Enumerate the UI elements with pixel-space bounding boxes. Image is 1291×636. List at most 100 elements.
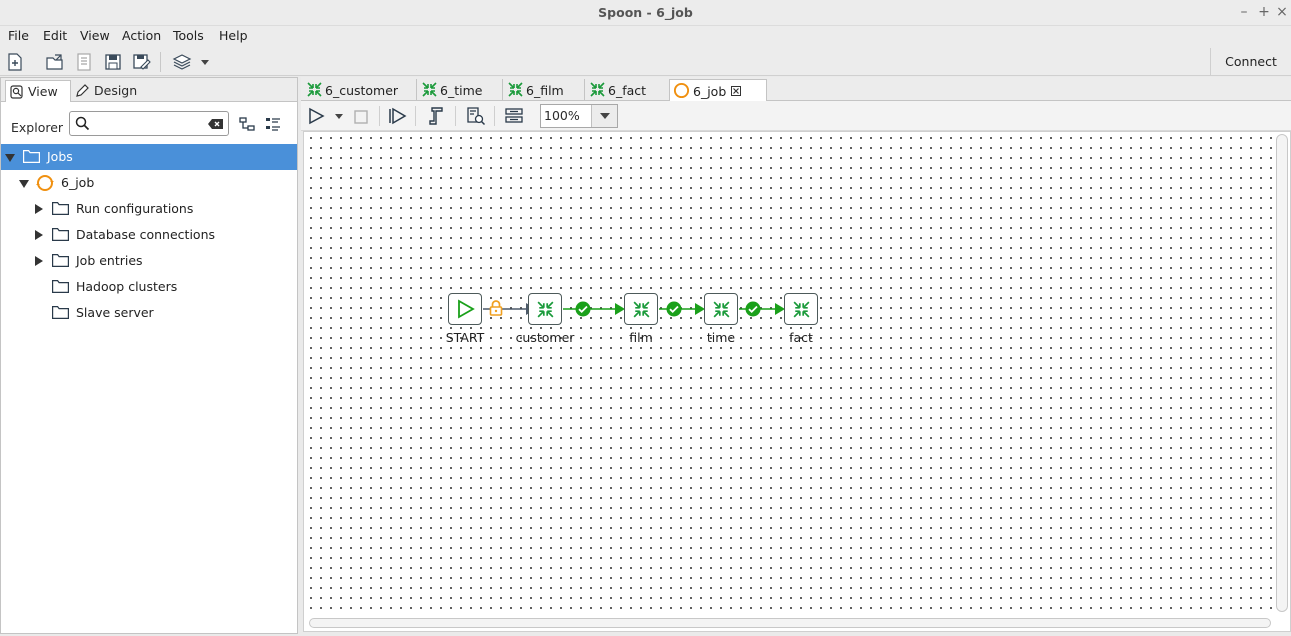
folder-icon xyxy=(52,254,69,267)
horizontal-scrollbar[interactable] xyxy=(309,618,1271,628)
tree-item-job-entries[interactable]: Job entries xyxy=(1,248,297,274)
show-results-icon[interactable] xyxy=(504,107,524,125)
tree-item-database-connections[interactable]: Database connections xyxy=(1,222,297,248)
tab-label: 6_fact xyxy=(608,83,647,98)
job-entry-label: film xyxy=(629,330,653,345)
run-options-dropdown-icon[interactable] xyxy=(334,111,344,121)
tree-item-6-job[interactable]: 6_job xyxy=(1,170,297,196)
layers-icon[interactable] xyxy=(172,52,192,72)
expand-arrow-icon[interactable] xyxy=(35,204,43,214)
tab-label: 6_customer xyxy=(325,83,399,98)
job-icon xyxy=(673,82,690,99)
open-file-icon[interactable] xyxy=(45,52,65,72)
menu-edit[interactable]: Edit xyxy=(43,28,67,43)
job-entry-label: START xyxy=(445,330,485,345)
expand-arrow-icon[interactable] xyxy=(35,256,43,266)
expand-tree-icon[interactable] xyxy=(265,116,281,132)
title-bar: Spoon - 6_job – + × xyxy=(0,0,1291,26)
tree-item-label: Slave server xyxy=(76,305,154,320)
editor-area: 6_customer 6_time 6_film 6_fact 6_job 10… xyxy=(301,77,1291,634)
clear-search-icon[interactable] xyxy=(207,118,224,130)
toolbar-separator xyxy=(494,106,495,126)
transformation-icon xyxy=(307,82,322,97)
toolbar-separator xyxy=(415,106,416,126)
transformation-icon xyxy=(590,82,605,97)
replay-icon[interactable] xyxy=(389,107,409,125)
tab-label: 6_film xyxy=(526,83,564,98)
job-entry-start[interactable] xyxy=(448,293,482,325)
expand-arrow-icon[interactable] xyxy=(35,230,43,240)
collapse-arrow-icon[interactable] xyxy=(5,154,15,162)
run-icon[interactable] xyxy=(307,107,325,125)
connect-button[interactable]: Connect xyxy=(1210,48,1291,76)
job-canvas[interactable]: START customer film time fact xyxy=(304,132,1276,616)
transformation-icon xyxy=(508,82,523,97)
left-panel: View Design Explorer Jobs 6_job Run conf… xyxy=(0,77,298,634)
job-entry-fact[interactable] xyxy=(784,293,818,325)
folder-icon xyxy=(52,202,69,215)
tab-6-job[interactable]: 6_job xyxy=(669,79,767,101)
tab-6-film[interactable]: 6_film xyxy=(504,79,585,101)
folder-icon xyxy=(52,280,69,293)
collapse-tree-icon[interactable] xyxy=(239,116,255,132)
menu-view[interactable]: View xyxy=(80,28,110,43)
folder-icon xyxy=(23,150,40,163)
explorer-row: Explorer xyxy=(1,102,297,146)
tree-item-slave-server[interactable]: Slave server xyxy=(1,300,297,326)
menu-tools[interactable]: Tools xyxy=(173,28,204,43)
vertical-scrollbar[interactable] xyxy=(1276,134,1288,612)
search-input[interactable] xyxy=(69,111,229,136)
check-job-icon[interactable] xyxy=(466,106,486,126)
zoom-select[interactable]: 100% xyxy=(540,104,618,128)
tree-item-label: Job entries xyxy=(76,253,143,268)
main-toolbar: Connect xyxy=(0,48,1291,76)
tab-6-fact[interactable]: 6_fact xyxy=(586,79,668,101)
job-entry-film[interactable] xyxy=(624,293,658,325)
success-check-icon xyxy=(666,301,682,317)
document-tabs: 6_customer 6_time 6_film 6_fact 6_job xyxy=(301,77,1291,101)
tab-design-label: Design xyxy=(94,83,138,98)
new-file-icon[interactable] xyxy=(5,52,25,72)
save-as-icon[interactable] xyxy=(132,52,152,72)
save-icon[interactable] xyxy=(103,52,123,72)
tab-label: 6_time xyxy=(440,83,483,98)
success-check-icon xyxy=(575,301,591,317)
job-entry-customer[interactable] xyxy=(528,293,562,325)
minimize-button[interactable]: – xyxy=(1235,3,1253,21)
tab-6-time[interactable]: 6_time xyxy=(418,79,503,101)
tab-view[interactable]: View xyxy=(5,80,71,102)
tree-item-label: Jobs xyxy=(47,149,73,164)
window-title: Spoon - 6_job xyxy=(598,5,693,20)
tree-item-jobs[interactable]: Jobs xyxy=(1,144,297,170)
close-button[interactable]: × xyxy=(1273,3,1291,21)
transformation-icon xyxy=(537,301,554,318)
left-tabs: View Design xyxy=(1,78,297,102)
tab-design[interactable]: Design xyxy=(73,80,139,102)
toolbar-separator xyxy=(160,52,161,72)
chevron-down-icon xyxy=(600,113,610,119)
menu-file[interactable]: File xyxy=(8,28,29,43)
zoom-dropdown-button[interactable] xyxy=(591,105,617,127)
tree-item-hadoop-clusters[interactable]: Hadoop clusters xyxy=(1,274,297,300)
close-tab-icon[interactable] xyxy=(731,86,741,96)
job-entry-label: time xyxy=(706,330,736,345)
explore-repository-icon[interactable] xyxy=(74,52,94,72)
tab-6-customer[interactable]: 6_customer xyxy=(303,79,417,101)
perspective-dropdown-icon[interactable] xyxy=(199,56,211,68)
job-canvas-container: START customer film time fact xyxy=(303,131,1291,632)
tree-item-run-configurations[interactable]: Run configurations xyxy=(1,196,297,222)
tree-item-label: Database connections xyxy=(76,227,216,242)
job-entry-time[interactable] xyxy=(704,293,738,325)
collapse-arrow-icon[interactable] xyxy=(19,180,29,188)
start-icon xyxy=(458,299,475,319)
folder-icon xyxy=(52,306,69,319)
menu-help[interactable]: Help xyxy=(219,28,248,43)
menu-bar: File Edit View Action Tools Help xyxy=(0,26,1291,48)
hops-layer xyxy=(483,303,785,315)
sql-script-icon[interactable] xyxy=(427,106,445,126)
stop-icon[interactable] xyxy=(353,109,369,125)
maximize-button[interactable]: + xyxy=(1255,3,1273,21)
menu-action[interactable]: Action xyxy=(122,28,161,43)
tab-view-label: View xyxy=(28,84,58,99)
pencil-icon xyxy=(76,84,89,97)
